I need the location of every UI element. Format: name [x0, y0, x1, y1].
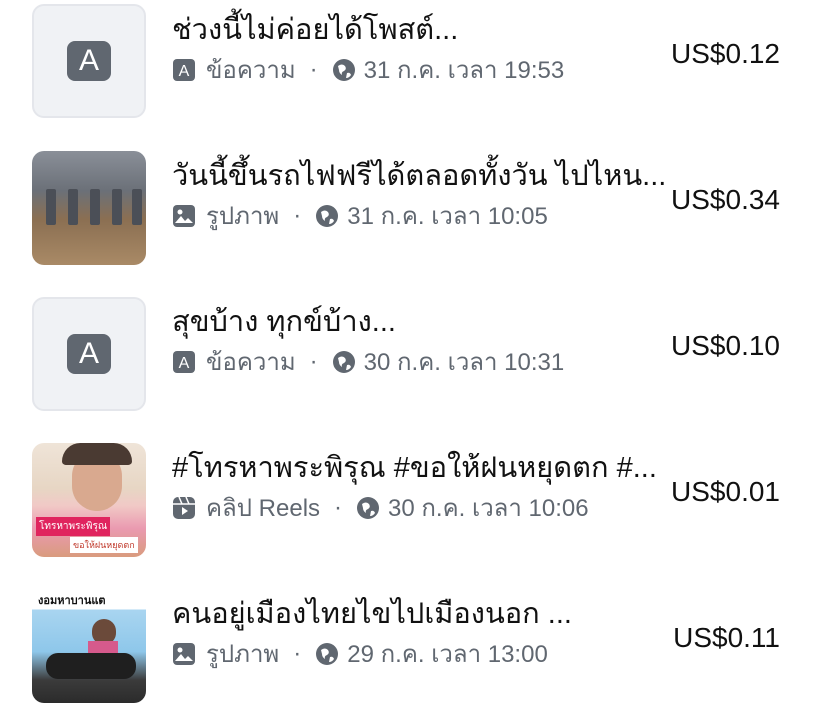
post-meta: A ข้อความ · 31 ก.ค. เวลา 19:53 — [172, 50, 564, 89]
separator-dot: · — [293, 201, 302, 229]
post-date: 30 ก.ค. เวลา 10:06 — [388, 495, 589, 522]
post-date: 31 ก.ค. เวลา 19:53 — [363, 57, 565, 84]
post-title: #โทรหาพระพิรุณ #ขอให้ฝนหยุดตก #... — [172, 452, 657, 484]
post-date: 29 ก.ค. เวลา 13:00 — [347, 641, 548, 668]
post-type-label: ข้อความ — [206, 57, 296, 84]
text-letter-icon: A — [67, 41, 111, 81]
separator-dot: · — [334, 493, 343, 521]
post-thumbnail-image — [32, 151, 146, 265]
separator-dot: · — [293, 639, 302, 667]
list-item[interactable]: วันนี้ขึ้นรถไฟฟรีได้ตลอดทั้งวัน ไปไหน...… — [0, 146, 828, 292]
globe-icon — [332, 350, 355, 373]
photo-icon — [172, 204, 196, 228]
separator-dot: · — [309, 347, 318, 375]
text-post-thumbnail: A — [32, 4, 146, 118]
post-earnings: US$0.11 — [673, 622, 780, 653]
post-date: 31 ก.ค. เวลา 10:05 — [347, 203, 548, 230]
globe-icon — [357, 496, 380, 519]
thumbnail-caption: ขอให้ฝนหยุดตก — [70, 537, 138, 553]
thumbnail-caption: โทรหาพระพิรุณ — [36, 517, 111, 536]
post-earnings: US$0.34 — [671, 184, 780, 215]
post-meta: รูปภาพ · 31 ก.ค. เวลา 10:05 — [172, 196, 548, 235]
post-title: วันนี้ขึ้นรถไฟฟรีได้ตลอดทั้งวัน ไปไหน... — [172, 160, 667, 192]
list-item[interactable]: A สุขบ้าง ทุกข์บ้าง... A ข้อความ · 30 ก.… — [0, 292, 828, 438]
post-type-label: ข้อความ — [206, 349, 296, 376]
thumbnail-caption: งอมหาบานแต — [38, 595, 106, 607]
text-letter-icon: A — [67, 334, 111, 374]
post-meta: A ข้อความ · 30 ก.ค. เวลา 10:31 — [172, 342, 564, 381]
text-post-thumbnail: A — [32, 297, 146, 411]
post-date: 30 ก.ค. เวลา 10:31 — [363, 349, 565, 376]
post-earnings: US$0.12 — [671, 38, 780, 69]
globe-icon — [316, 204, 339, 227]
post-type-label: คลิป Reels — [206, 495, 321, 522]
post-thumbnail-image: งอมหาบานแต — [32, 589, 146, 703]
list-item[interactable]: A ช่วงนี้ไม่ค่อยได้โพสต์... A ข้อความ · … — [0, 0, 828, 146]
post-type-label: รูปภาพ — [206, 203, 280, 230]
svg-text:A: A — [179, 355, 190, 372]
separator-dot: · — [309, 55, 318, 83]
post-title: สุขบ้าง ทุกข์บ้าง... — [172, 306, 396, 338]
post-title: คนอยู่เมืองไทยไขไปเมืองนอก ... — [172, 598, 572, 630]
photo-icon — [172, 642, 196, 666]
text-post-icon: A — [172, 58, 196, 82]
svg-text:A: A — [179, 63, 190, 80]
list-item[interactable]: งอมหาบานแต คนอยู่เมืองไทยไขไปเมืองนอก ..… — [0, 584, 828, 703]
post-meta: รูปภาพ · 29 ก.ค. เวลา 13:00 — [172, 634, 548, 673]
post-meta: คลิป Reels · 30 ก.ค. เวลา 10:06 — [172, 488, 589, 527]
globe-icon — [332, 58, 355, 81]
globe-icon — [316, 642, 339, 665]
text-post-icon: A — [172, 350, 196, 374]
reels-icon — [172, 496, 196, 520]
post-earnings: US$0.10 — [671, 330, 780, 361]
list-item[interactable]: โทรหาพระพิรุณ ขอให้ฝนหยุดตก #โทรหาพระพิร… — [0, 438, 828, 584]
post-thumbnail-video: โทรหาพระพิรุณ ขอให้ฝนหยุดตก — [32, 443, 146, 557]
post-earnings: US$0.01 — [671, 476, 780, 507]
post-title: ช่วงนี้ไม่ค่อยได้โพสต์... — [172, 14, 459, 46]
post-type-label: รูปภาพ — [206, 641, 280, 668]
